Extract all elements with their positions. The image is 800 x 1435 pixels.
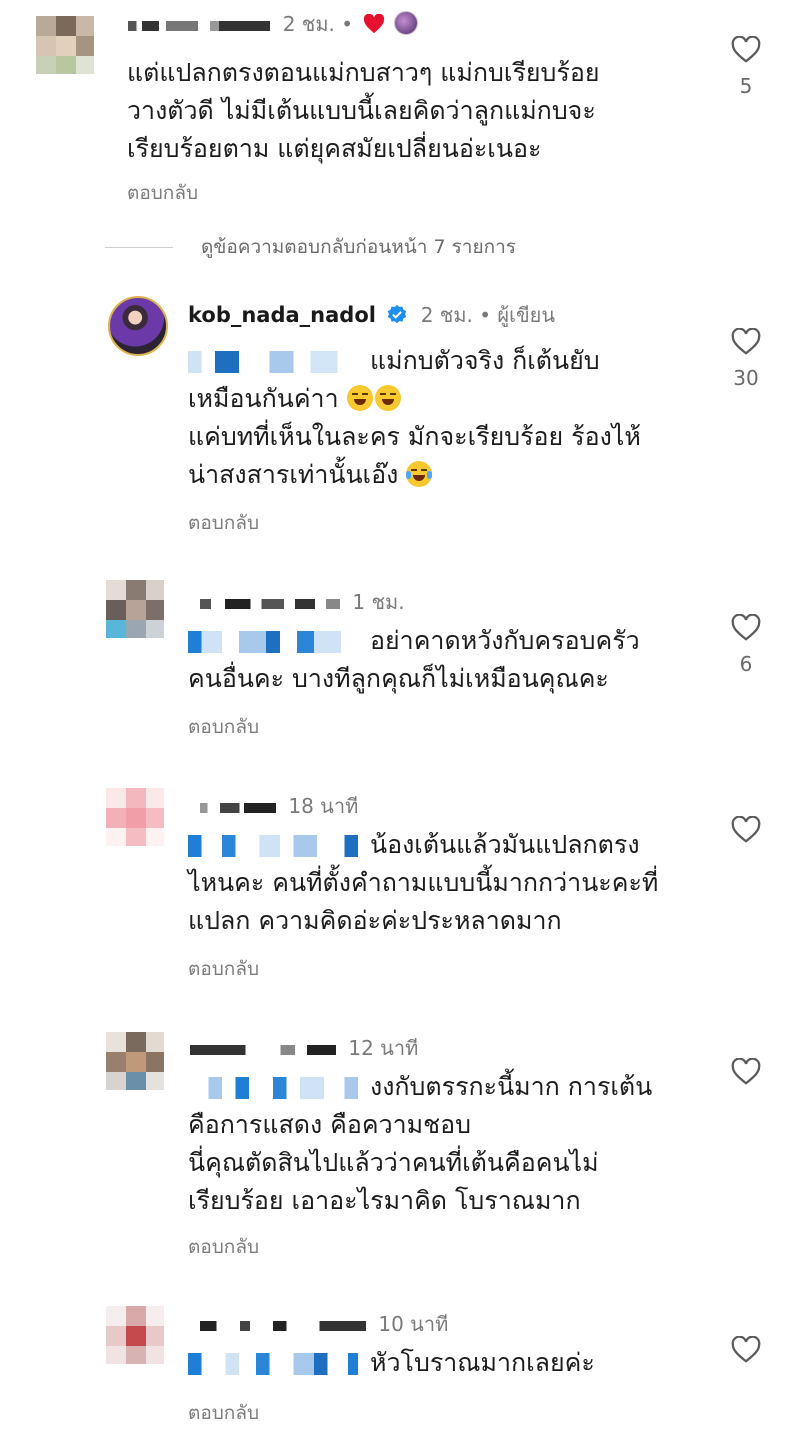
comment-username[interactable]: kob_nada_nadol [188, 303, 376, 327]
heart-outline-icon [731, 328, 761, 355]
comment-meta: 10 นาที [200, 1308, 448, 1340]
username-redacted[interactable] [210, 20, 271, 31]
mention-redacted[interactable] [188, 1077, 358, 1099]
divider [105, 247, 173, 248]
comment-meta: kob_nada_nadol 2 ชม. • ผู้เขียน [188, 303, 556, 327]
avatar[interactable] [106, 788, 164, 846]
grinning-squinting-emoji-icon [346, 385, 373, 411]
like-button[interactable] [726, 1336, 766, 1374]
reply-button[interactable]: ตอบกลับ [188, 954, 259, 984]
comment-time: 18 นาที [288, 794, 359, 818]
comment-time: 12 นาที [348, 1036, 419, 1060]
heart-outline-icon [731, 1058, 761, 1085]
username-redacted[interactable] [200, 802, 276, 813]
username-redacted[interactable] [200, 598, 340, 609]
comment-text: น้องเต้นแล้วมันแปลกตรง ไหนคะ คนที่ตั้งคำ… [188, 830, 659, 935]
reply-button[interactable]: ตอบกลับ [188, 1232, 259, 1262]
avatar[interactable] [106, 1306, 164, 1364]
avatar[interactable] [36, 16, 94, 74]
reply-button[interactable]: ตอบกลับ [188, 508, 259, 538]
creator-avatar-icon [393, 11, 418, 35]
like-count: 5 [739, 74, 753, 98]
avatar[interactable] [106, 1032, 164, 1090]
comment-meta: 1 ชม. [200, 586, 405, 618]
like-button[interactable]: 30 [726, 328, 766, 390]
heart-outline-icon [731, 36, 761, 63]
mention-redacted[interactable] [188, 351, 358, 373]
like-button[interactable]: 5 [726, 36, 766, 98]
comment-text: แม่กบตัวจริง ก็เต้นยับ เหมือนกันค่าา แค่… [188, 346, 641, 489]
creator-heart-icon [363, 13, 385, 39]
comment-text: งงกับตรรกะนี้มาก การเต้น คือการแสดง คือค… [188, 1072, 653, 1215]
heart-outline-icon [731, 614, 761, 641]
comment-time: 2 ชม. [420, 303, 473, 327]
reply-button[interactable]: ตอบกลับ [188, 1398, 259, 1428]
heart-outline-icon [731, 1336, 761, 1363]
like-count: 6 [739, 652, 753, 676]
reply-button[interactable]: ตอบกลับ [127, 178, 198, 208]
username-redacted[interactable] [128, 20, 198, 31]
author-label: ผู้เขียน [497, 303, 556, 327]
comment-time: 10 นาที [378, 1312, 449, 1336]
username-redacted[interactable] [200, 1320, 366, 1331]
comment-time: 2 ชม. [282, 12, 335, 36]
username-redacted[interactable] [190, 1044, 336, 1055]
grinning-squinting-emoji-icon [374, 385, 401, 411]
avatar[interactable] [106, 580, 164, 638]
like-button[interactable]: 6 [726, 614, 766, 676]
comment-meta: 18 นาที [200, 790, 358, 822]
view-previous-replies-button[interactable]: ดูข้อความตอบกลับก่อนหน้า 7 รายการ [105, 232, 516, 262]
comment-meta: 12 นาที [190, 1032, 418, 1064]
like-count: 30 [733, 366, 759, 390]
like-button[interactable] [726, 1058, 766, 1096]
tears-of-joy-emoji-icon [406, 461, 433, 487]
verified-badge-icon [386, 304, 408, 326]
comment-text: หัวโบราณมากเลยค่ะ [188, 1344, 595, 1382]
comment-meta: 2 ชม. • [128, 8, 418, 40]
mention-redacted[interactable] [188, 631, 358, 653]
comment-time: 1 ชม. [352, 590, 405, 614]
comment-text: อย่าคาดหวังกับครอบครัว คนอื่นคะ บางทีลูก… [188, 626, 640, 693]
comment-text: แต่แปลกตรงตอนแม่กบสาวๆ แม่กบเรียบร้อย วา… [127, 58, 600, 163]
mention-redacted[interactable] [188, 1353, 358, 1375]
avatar[interactable] [108, 296, 168, 356]
mention-redacted[interactable] [188, 835, 358, 857]
like-button[interactable] [726, 816, 766, 854]
heart-outline-icon [731, 816, 761, 843]
reply-button[interactable]: ตอบกลับ [188, 712, 259, 742]
